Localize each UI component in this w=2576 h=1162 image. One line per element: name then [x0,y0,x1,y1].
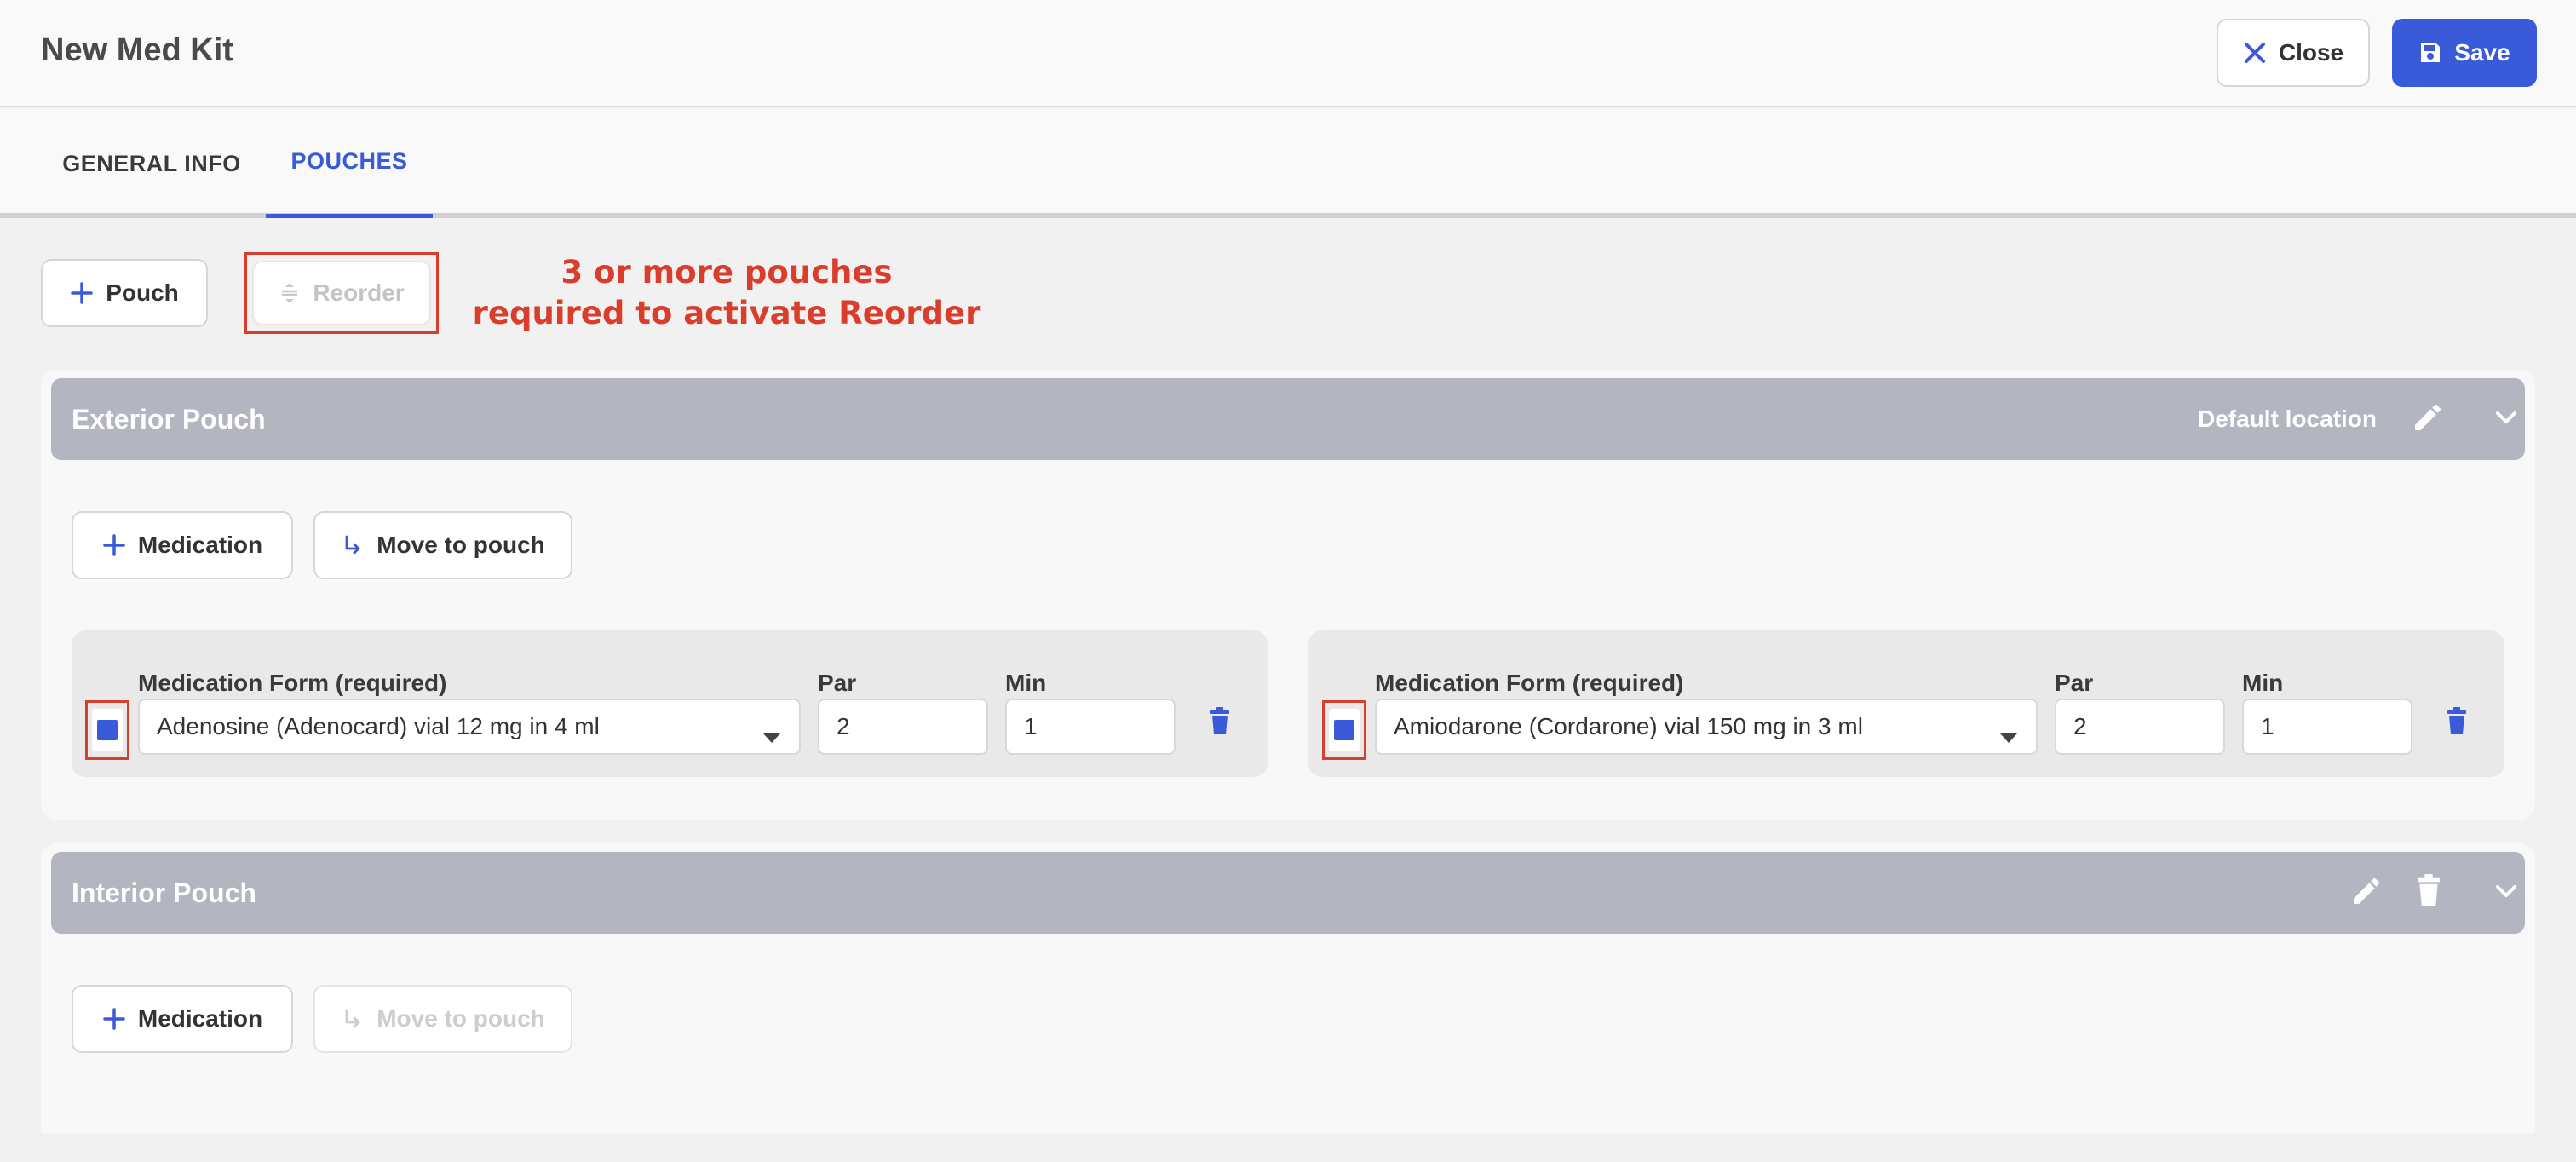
pouch-header[interactable]: Interior Pouch [51,852,2525,934]
par-value: 2 [2073,713,2087,739]
move-to-pouch-button[interactable]: Move to pouch [313,985,572,1053]
plus-icon [70,281,94,305]
min-input[interactable]: 1 [2242,699,2412,755]
close-icon [2243,41,2267,65]
checkbox-mark [97,720,118,740]
par-label: Par [818,670,857,696]
medication-checkbox[interactable] [92,709,123,751]
move-to-pouch-label: Move to pouch [377,532,545,558]
trash-icon[interactable] [2447,707,2467,740]
medication-card: Medication Form (required) Par Min Amiod… [1308,630,2504,777]
caret-down-icon [2000,722,2017,750]
par-input[interactable]: 2 [818,699,988,755]
tab-pouches[interactable]: POUCHES [266,109,433,218]
medication-form-select[interactable]: Amiodarone (Cordarone) vial 150 mg in 3 … [1375,699,2038,755]
save-button-label: Save [2454,39,2510,66]
add-medication-label: Medication [137,532,263,558]
checkbox-mark [1334,720,1354,740]
par-value: 2 [837,713,850,739]
pouch-section-exterior: Exterior Pouch Default location Medicati… [41,370,2535,820]
min-value: 1 [2261,713,2274,739]
close-button-label: Close [2278,39,2344,66]
add-pouch-label: Pouch [106,279,179,306]
min-input[interactable]: 1 [1005,699,1176,755]
par-label: Par [2055,670,2094,696]
min-label: Min [2242,670,2284,696]
plus-icon [102,1007,126,1031]
pouch-title: Exterior Pouch [72,404,266,434]
plus-icon [102,533,126,557]
trash-icon[interactable] [1210,707,1230,740]
medication-checkbox[interactable] [1329,709,1360,751]
tab-bar: GENERAL INFO POUCHES [0,109,2576,218]
close-button[interactable]: Close [2217,19,2370,87]
move-to-pouch-button[interactable]: Move to pouch [313,511,572,579]
min-label: Min [1005,670,1047,696]
annotation-line-2: required to activate Reorder [472,295,981,331]
save-button[interactable]: Save [2392,19,2537,87]
add-medication-button[interactable]: Medication [72,511,293,579]
chevron-down-icon[interactable] [2489,400,2523,439]
caret-down-icon [763,722,780,750]
medication-form-label: Medication Form (required) [138,670,447,696]
add-medication-button[interactable]: Medication [72,985,293,1053]
add-pouch-button[interactable]: Pouch [41,259,208,327]
pouch-title: Interior Pouch [72,877,256,908]
pencil-icon[interactable] [2349,874,2383,912]
chevron-down-icon[interactable] [2489,874,2523,912]
min-value: 1 [1024,713,1038,739]
annotation-line-1: 3 or more pouches [561,254,893,290]
top-bar: New Med Kit Close Save [0,0,2576,107]
medication-form-value: Amiodarone (Cordarone) vial 150 mg in 3 … [1394,713,1863,739]
trash-icon[interactable] [2416,874,2441,912]
par-input[interactable]: 2 [2055,699,2225,755]
move-arrow-icon [341,533,365,557]
medication-form-label: Medication Form (required) [1375,670,1684,696]
move-to-pouch-label: Move to pouch [377,1005,545,1032]
reorder-annotation: 3 or more pouches required to activate R… [467,252,986,334]
pouch-header[interactable]: Exterior Pouch Default location [51,378,2525,460]
medication-form-value: Adenosine (Adenocard) vial 12 mg in 4 ml [157,713,600,739]
pencil-icon[interactable] [2411,400,2445,439]
pouch-location: Default location [2198,406,2378,432]
tab-general-info[interactable]: GENERAL INFO [48,109,256,218]
reorder-highlight-box [244,252,439,334]
medication-form-select[interactable]: Adenosine (Adenocard) vial 12 mg in 4 ml [138,699,801,755]
pouch-section-interior: Interior Pouch Medication Move to pouch [41,843,2535,1133]
medication-card: Medication Form (required) Par Min Adeno… [72,630,1268,777]
save-icon [2418,41,2442,65]
page-title: New Med Kit [41,32,233,68]
move-arrow-icon [341,1007,365,1031]
add-medication-label: Medication [137,1005,263,1032]
